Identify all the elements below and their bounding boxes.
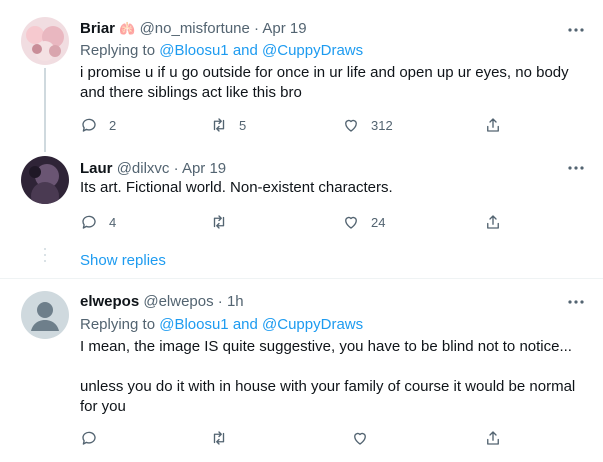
action-bar: 4 24: [72, 210, 512, 234]
default-avatar-icon: [21, 291, 69, 339]
tweet-text: i promise u if u go outside for once in …: [80, 64, 569, 101]
tweet-text: Its art. Fictional world. Non-existent c…: [80, 179, 393, 196]
timestamp[interactable]: Apr 19: [262, 20, 306, 37]
show-replies-link[interactable]: Show replies: [80, 252, 166, 269]
reply-button[interactable]: [80, 426, 98, 450]
mention-bloosu1[interactable]: @Bloosu1: [159, 42, 228, 59]
action-bar: [72, 426, 512, 450]
tweet-header: Laur @dilxvc · Apr 19: [80, 159, 226, 178]
replying-prefix: Replying to: [80, 316, 160, 333]
tweet-text-line1: I mean, the image IS quite suggestive, y…: [80, 338, 572, 355]
retweet-icon: [213, 118, 225, 132]
display-name[interactable]: Briar: [80, 20, 115, 37]
reply-count: 2: [109, 117, 117, 133]
separator-dot: ·: [254, 20, 260, 37]
share-button[interactable]: [484, 113, 502, 137]
avatar-image: [21, 17, 69, 65]
display-name[interactable]: Laur: [80, 160, 113, 177]
avatar-image: [21, 156, 69, 204]
tweet-header: Briar 🫁 @no_misfortune · Apr 19: [80, 19, 307, 38]
retweet-icon: [213, 431, 225, 445]
avatar-briar[interactable]: [21, 17, 69, 65]
more-icon[interactable]: [565, 22, 587, 38]
display-name[interactable]: elwepos: [80, 293, 139, 310]
like-button[interactable]: 312: [342, 113, 393, 137]
reply-icon: [82, 118, 96, 132]
reply-button[interactable]: 2: [80, 113, 116, 137]
user-handle[interactable]: @no_misfortune: [140, 20, 250, 37]
thread-continuation-dots: [43, 248, 47, 266]
mention-and[interactable]: and: [229, 42, 262, 59]
avatar-laur[interactable]: [21, 156, 69, 204]
user-handle[interactable]: @elwepos: [143, 293, 213, 310]
replying-to: Replying to @Bloosu1 and @CuppyDraws: [80, 41, 363, 60]
share-icon: [487, 431, 499, 445]
timestamp[interactable]: 1h: [227, 293, 244, 310]
timestamp[interactable]: Apr 19: [182, 160, 226, 177]
like-count: 24: [371, 214, 386, 230]
thread-line: [44, 68, 46, 152]
tweet-briar[interactable]: Briar 🫁 @no_misfortune · Apr 19 Replying…: [0, 0, 603, 152]
mention-and[interactable]: and: [229, 316, 262, 333]
like-icon: [345, 216, 357, 229]
like-icon: [345, 119, 357, 132]
share-button[interactable]: [484, 426, 502, 450]
action-bar: 2 5 312: [72, 113, 512, 137]
more-icon[interactable]: [565, 160, 587, 176]
replying-prefix: Replying to: [80, 42, 160, 59]
reply-icon: [82, 431, 96, 445]
separator-dot: ·: [217, 293, 223, 310]
name-emoji: 🫁: [119, 21, 136, 36]
separator-dot: ·: [173, 160, 179, 177]
share-icon: [487, 215, 499, 229]
like-count: 312: [371, 117, 393, 133]
like-icon: [354, 432, 366, 445]
tweet-laur[interactable]: Laur @dilxvc · Apr 19 Its art. Fictional…: [0, 150, 603, 278]
mention-cuppydraws[interactable]: @CuppyDraws: [262, 316, 363, 333]
reply-button[interactable]: 4: [80, 210, 116, 234]
retweet-button[interactable]: [210, 210, 228, 234]
reply-count: 4: [109, 214, 117, 230]
like-button[interactable]: 24: [342, 210, 385, 234]
retweet-button[interactable]: 5: [210, 113, 246, 137]
mention-cuppydraws[interactable]: @CuppyDraws: [262, 42, 363, 59]
retweet-icon: [213, 215, 225, 229]
avatar-elwepos[interactable]: [21, 291, 69, 339]
reply-icon: [82, 215, 96, 229]
share-button[interactable]: [484, 210, 502, 234]
more-icon[interactable]: [565, 294, 587, 310]
replying-to: Replying to @Bloosu1 and @CuppyDraws: [80, 315, 363, 334]
mention-bloosu1[interactable]: @Bloosu1: [159, 316, 228, 333]
tweet-text-line2: unless you do it with in house with your…: [80, 378, 576, 415]
tweet-elwepos[interactable]: elwepos @elwepos · 1h Replying to @Bloos…: [0, 279, 603, 462]
tweet-header: elwepos @elwepos · 1h: [80, 292, 244, 311]
like-button[interactable]: [351, 426, 369, 450]
retweet-count: 5: [239, 117, 247, 133]
share-icon: [487, 118, 499, 132]
retweet-button[interactable]: [210, 426, 228, 450]
user-handle[interactable]: @dilxvc: [117, 160, 170, 177]
